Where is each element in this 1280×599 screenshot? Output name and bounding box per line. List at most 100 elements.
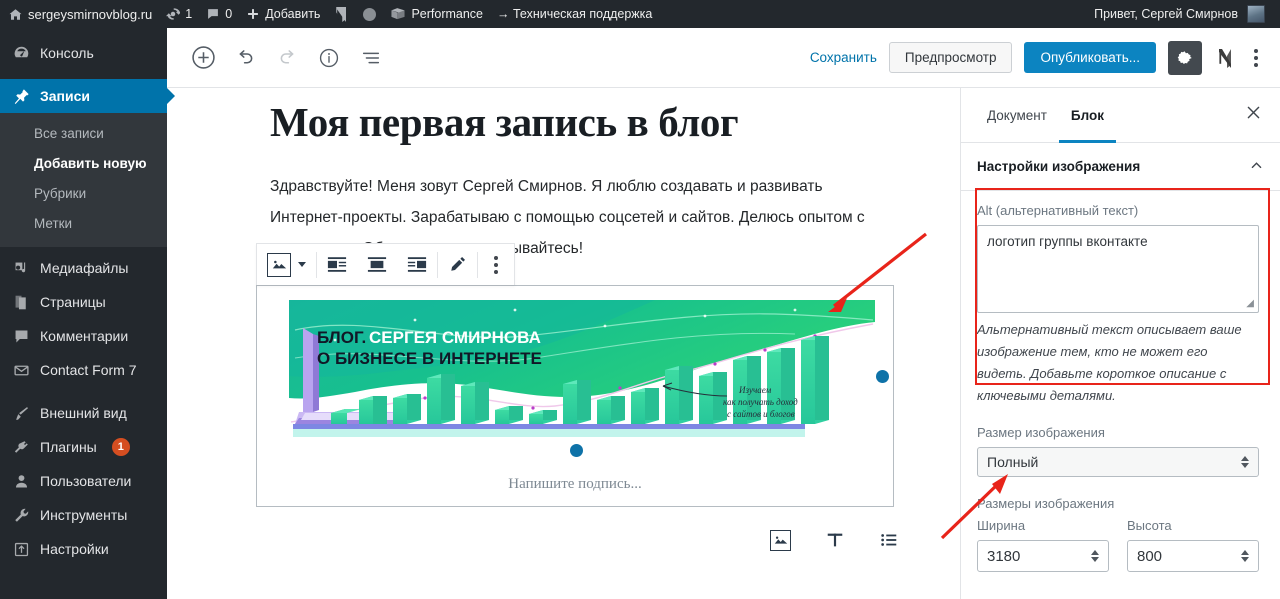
adminbar-yoast[interactable] bbox=[327, 0, 356, 28]
caption-placeholder[interactable]: Напишите подпись... bbox=[257, 460, 893, 493]
image-settings-section-header[interactable]: Настройки изображения bbox=[961, 143, 1280, 191]
tab-block[interactable]: Блок bbox=[1059, 88, 1116, 143]
kebab-dot bbox=[1254, 62, 1258, 67]
sidebar-item-pages[interactable]: Страницы bbox=[0, 285, 167, 319]
more-options-icon[interactable] bbox=[1248, 48, 1264, 67]
wordpress-editor-screen: sergeysmirnovblog.ru 1 0 Добавить Perfor… bbox=[0, 0, 1280, 599]
sidebar-label-dashboard: Консоль bbox=[40, 45, 94, 61]
adminbar-circle-indicator[interactable] bbox=[356, 0, 383, 28]
plus-icon bbox=[246, 7, 260, 21]
sidebar-subitem-tags[interactable]: Метки bbox=[0, 209, 167, 239]
alt-text-input[interactable]: логотип группы вконтакте ◢ bbox=[977, 225, 1259, 313]
tab-document[interactable]: Документ bbox=[975, 88, 1059, 143]
adminbar-new-label: Добавить bbox=[265, 7, 321, 21]
update-icon bbox=[166, 7, 181, 21]
info-icon[interactable] bbox=[315, 44, 343, 72]
add-block-icon[interactable] bbox=[189, 44, 217, 72]
width-stepper[interactable] bbox=[1091, 550, 1099, 562]
save-draft-link[interactable]: Сохранить bbox=[810, 50, 877, 65]
adminbar-support[interactable]: → Техническая поддержка bbox=[490, 0, 659, 28]
circle-icon bbox=[363, 7, 377, 21]
sidebar-item-dashboard[interactable]: Консоль bbox=[0, 36, 167, 70]
height-label: Высота bbox=[1127, 518, 1172, 533]
page-title[interactable]: Моя первая запись в блог bbox=[167, 88, 960, 146]
sidebar-item-settings[interactable]: Настройки bbox=[0, 532, 167, 566]
sidebar-subitem-add-new[interactable]: Добавить новую bbox=[0, 149, 167, 179]
image-icon bbox=[267, 252, 291, 277]
height-stepper[interactable] bbox=[1241, 550, 1249, 562]
comment-icon bbox=[11, 328, 31, 345]
width-input[interactable]: 3180 bbox=[977, 540, 1109, 572]
width-value: 3180 bbox=[987, 547, 1021, 565]
resize-handle-bottom[interactable] bbox=[570, 444, 583, 457]
adminbar-performance[interactable]: Performance bbox=[383, 0, 490, 28]
sidebar-item-appearance[interactable]: Внешний вид bbox=[0, 396, 167, 430]
sidebar-item-contact-form-7[interactable]: Contact Form 7 bbox=[0, 353, 167, 387]
text-icon[interactable] bbox=[825, 530, 845, 555]
spinner-down bbox=[1241, 557, 1249, 562]
resize-grip-icon[interactable]: ◢ bbox=[1246, 298, 1254, 309]
align-center-icon[interactable] bbox=[357, 244, 397, 286]
spinner-down bbox=[1091, 557, 1099, 562]
sidebar-label-contact-form-7: Contact Form 7 bbox=[40, 362, 137, 378]
list-icon[interactable] bbox=[879, 530, 899, 555]
more-options-icon[interactable] bbox=[478, 244, 514, 286]
avatar bbox=[1247, 5, 1265, 23]
sidebar-label-users: Пользователи bbox=[40, 473, 132, 489]
adminbar-comments[interactable]: 0 bbox=[199, 0, 239, 28]
sidebar-sublabel-tags: Метки bbox=[34, 216, 73, 231]
image-size-select[interactable]: Полный bbox=[977, 447, 1259, 477]
sidebar-subitem-categories[interactable]: Рубрики bbox=[0, 179, 167, 209]
resize-handle-right[interactable] bbox=[876, 370, 889, 383]
adminbar-updates[interactable]: 1 bbox=[159, 0, 199, 28]
adminbar-account[interactable]: Привет, Сергей Смирнов bbox=[1087, 0, 1280, 28]
image-dimensions-label: Размеры изображения bbox=[977, 496, 1115, 511]
adminbar-comments-count: 0 bbox=[225, 7, 233, 21]
image-size-label: Размер изображения bbox=[977, 425, 1105, 440]
height-input[interactable]: 800 bbox=[1127, 540, 1259, 572]
adminbar-new-content[interactable]: Добавить bbox=[239, 0, 327, 28]
block-type-button[interactable] bbox=[257, 244, 316, 286]
sidebar-item-users[interactable]: Пользователи bbox=[0, 464, 167, 498]
pencil-icon[interactable] bbox=[438, 244, 477, 286]
image-size-value: Полный bbox=[987, 454, 1039, 470]
sidebar-divider-2 bbox=[0, 387, 167, 396]
sidebar-item-posts[interactable]: Записи bbox=[0, 79, 167, 113]
editor-header: Сохранить Предпросмотр Опубликовать... bbox=[167, 28, 1280, 88]
sidebar-item-plugins[interactable]: Плагины 1 bbox=[0, 430, 167, 464]
yoast-icon[interactable] bbox=[1214, 46, 1236, 70]
block-navigation-icon[interactable] bbox=[357, 44, 385, 72]
adminbar-site-name[interactable]: sergeysmirnovblog.ru bbox=[0, 0, 159, 28]
chevron-up-icon[interactable] bbox=[1249, 158, 1264, 176]
undo-icon[interactable] bbox=[231, 44, 259, 72]
wrench-icon bbox=[11, 507, 31, 524]
dashboard-icon bbox=[11, 45, 31, 62]
gear-icon[interactable] bbox=[1168, 40, 1202, 75]
sidebar-item-media[interactable]: Медиафайлы bbox=[0, 251, 167, 285]
block-insert-icons bbox=[770, 530, 899, 555]
block-toolbar bbox=[256, 243, 515, 285]
publish-button[interactable]: Опубликовать... bbox=[1024, 42, 1156, 73]
banner-line1-b: СЕРГЕЯ СМИРНОВА bbox=[369, 328, 541, 347]
sidebar-subitem-all-posts[interactable]: Все записи bbox=[0, 119, 167, 149]
close-icon[interactable] bbox=[1245, 104, 1266, 126]
envelope-icon bbox=[11, 362, 31, 379]
brush-icon bbox=[11, 405, 31, 422]
align-left-icon[interactable] bbox=[317, 244, 357, 286]
sidebar-label-tools: Инструменты bbox=[40, 507, 128, 523]
image-block[interactable]: БЛОГ. СЕРГЕЯ СМИРНОВА О БИЗНЕСЕ В ИНТЕРН… bbox=[256, 285, 894, 507]
kebab-dot bbox=[494, 269, 498, 274]
settings-icon bbox=[11, 541, 31, 558]
sidebar-item-tools[interactable]: Инструменты bbox=[0, 498, 167, 532]
sidebar-divider-1 bbox=[0, 70, 167, 79]
sidebar-item-comments[interactable]: Комментарии bbox=[0, 319, 167, 353]
sidebar-sublabel-add-new: Добавить новую bbox=[34, 156, 147, 171]
spinner-up bbox=[1241, 550, 1249, 555]
align-right-icon[interactable] bbox=[397, 244, 437, 286]
redo-icon bbox=[273, 44, 301, 72]
image-settings-title: Настройки изображения bbox=[977, 159, 1141, 174]
sidebar-label-plugins: Плагины bbox=[40, 439, 97, 455]
preview-button[interactable]: Предпросмотр bbox=[888, 42, 1013, 73]
adminbar-greeting: Привет, Сергей Смирнов bbox=[1094, 7, 1238, 21]
image-icon[interactable] bbox=[770, 530, 791, 551]
